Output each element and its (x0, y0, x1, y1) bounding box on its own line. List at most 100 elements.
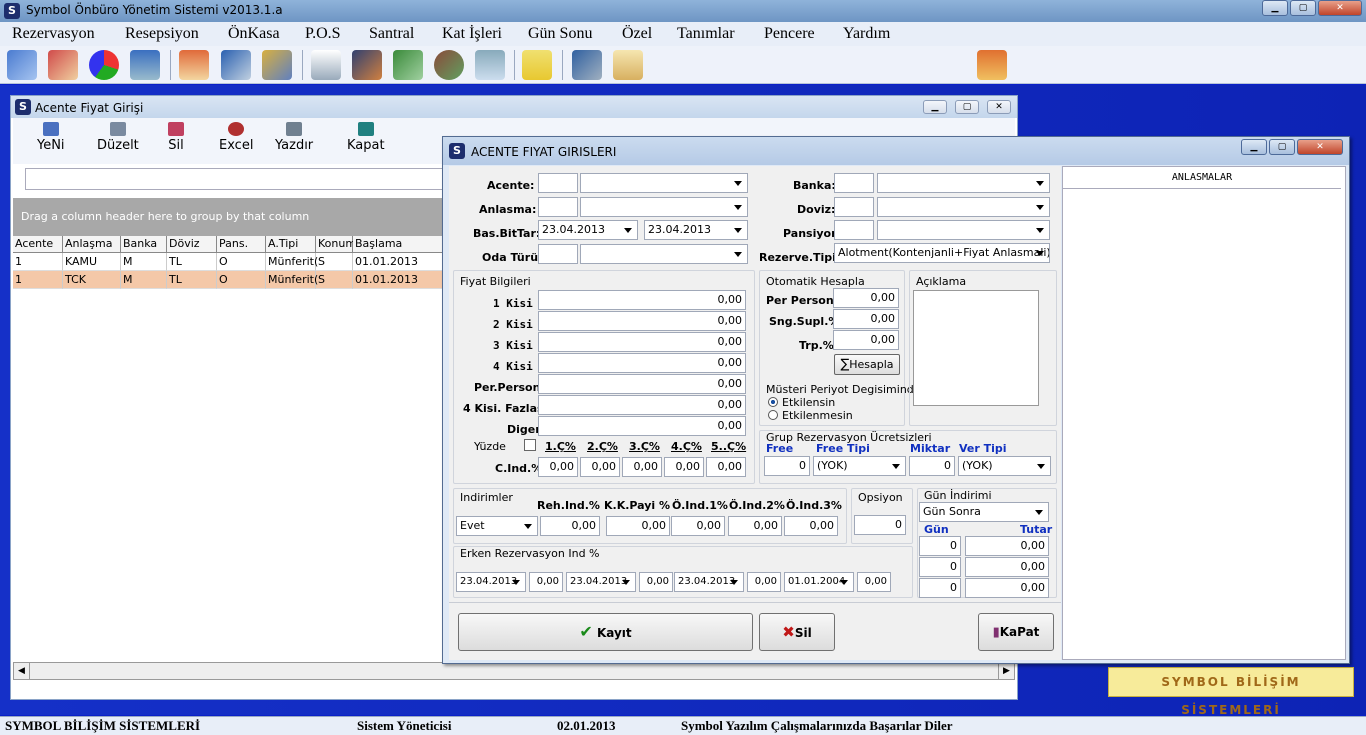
edit-button[interactable]: Düzelt (97, 122, 139, 153)
kk-payi-input[interactable]: 0,00 (606, 516, 670, 536)
delete-button[interactable]: Sil (168, 122, 184, 153)
tutar3-input[interactable]: 0,00 (965, 578, 1049, 598)
reservation-icon[interactable] (7, 50, 37, 80)
exit-icon[interactable] (977, 50, 1007, 80)
close-tool-button[interactable]: Kapat (347, 122, 385, 153)
excel-button[interactable]: Excel (219, 122, 253, 153)
maximize-button[interactable]: ▢ (1290, 0, 1316, 16)
etkilenmesin-radio[interactable] (768, 410, 778, 420)
menu-resepsiyon[interactable]: Resepsiyon (125, 25, 199, 43)
erken-date3[interactable]: 23.04.2013 (674, 572, 744, 592)
monitor-icon[interactable] (130, 50, 160, 80)
horizontal-scrollbar[interactable]: ◀ ▶ (13, 662, 1015, 680)
tutar2-input[interactable]: 0,00 (965, 557, 1049, 577)
user-icon[interactable] (352, 50, 382, 80)
col-pans[interactable]: Pans. (217, 236, 266, 253)
pansiyon-select[interactable] (877, 220, 1050, 240)
network-icon[interactable] (572, 50, 602, 80)
anlasma-select[interactable] (580, 197, 748, 217)
col-acente[interactable]: Acente (13, 236, 63, 253)
globe-icon[interactable] (434, 50, 464, 80)
aciklama-vscroll[interactable] (1041, 290, 1053, 406)
rez-tipi-select[interactable]: Alotment(Kontenjanli+Fiyat Anlasmali) (834, 243, 1050, 263)
menu-rezervasyon[interactable]: Rezervasyon (12, 25, 95, 43)
dialog-maximize-button[interactable]: ▢ (1269, 139, 1295, 155)
dialog-minimize-button[interactable]: ▁ (1241, 139, 1267, 155)
acente-code-input[interactable] (538, 173, 578, 193)
erken-val3[interactable]: 0,00 (747, 572, 781, 592)
anlasma-code-input[interactable] (538, 197, 578, 217)
fazlasi-input[interactable]: 0,00 (538, 395, 746, 415)
banka-code-input[interactable] (834, 173, 874, 193)
cind1-input[interactable]: 0,00 (538, 457, 578, 477)
home-icon[interactable] (179, 50, 209, 80)
col-atipi[interactable]: A.Tipi (266, 236, 316, 253)
oto-per-person-input[interactable]: 0,00 (833, 288, 899, 308)
notepad-icon[interactable] (613, 50, 643, 80)
hesapla-button[interactable]: ∑Hesapla (834, 354, 900, 375)
diger-input[interactable]: 0,00 (538, 416, 746, 436)
erken-date4[interactable]: 01.01.2004 (784, 572, 854, 592)
table-row[interactable]: 1 KAMU M TL O Münferit( S 01.01.2013 (13, 253, 447, 271)
pie-chart-icon[interactable] (89, 50, 119, 80)
erken-val4[interactable]: 0,00 (857, 572, 891, 592)
menu-pos[interactable]: P.O.S (305, 25, 341, 43)
sng-input[interactable]: 0,00 (833, 309, 899, 329)
banka-select[interactable] (877, 173, 1050, 193)
gun3-input[interactable]: 0 (919, 578, 961, 598)
col-doviz[interactable]: Döviz (167, 236, 217, 253)
oind1-input[interactable]: 0,00 (671, 516, 725, 536)
menu-gun-sonu[interactable]: Gün Sonu (528, 25, 592, 43)
cind2-input[interactable]: 0,00 (580, 457, 620, 477)
close-button[interactable]: ✕ (1318, 0, 1362, 16)
bit-date-picker[interactable]: 23.04.2013 (644, 220, 748, 240)
oda-select[interactable] (580, 244, 748, 264)
erken-date2[interactable]: 23.04.2013 (566, 572, 636, 592)
col-baslama[interactable]: Başlama (353, 236, 447, 253)
trp-input[interactable]: 0,00 (833, 330, 899, 350)
calculator-icon[interactable] (475, 50, 505, 80)
folder-icon[interactable] (262, 50, 292, 80)
oind3-input[interactable]: 0,00 (784, 516, 838, 536)
menu-onkasa[interactable]: ÖnKasa (228, 25, 280, 43)
kisi4-input[interactable]: 0,00 (538, 353, 746, 373)
cind3-input[interactable]: 0,00 (622, 457, 662, 477)
new-button[interactable]: YeNi (37, 122, 65, 153)
erken-val1[interactable]: 0,00 (529, 572, 563, 592)
tools-icon[interactable] (221, 50, 251, 80)
scroll-right-icon[interactable]: ▶ (998, 663, 1014, 679)
gun1-input[interactable]: 0 (919, 536, 961, 556)
aciklama-textarea[interactable] (913, 290, 1039, 406)
gun2-input[interactable]: 0 (919, 557, 961, 577)
per-person-input[interactable]: 0,00 (538, 374, 746, 394)
menu-tanimlar[interactable]: Tanımlar (677, 25, 735, 43)
col-banka[interactable]: Banka (121, 236, 167, 253)
window-maximize-button[interactable]: ▢ (955, 100, 979, 114)
col-konum[interactable]: Konum (316, 236, 356, 253)
minimize-button[interactable]: ▁ (1262, 0, 1288, 16)
free-tipi-select[interactable]: (YOK) (813, 456, 906, 476)
reh-ind-input[interactable]: 0,00 (540, 516, 600, 536)
kapat-button[interactable]: ▮KaPat (978, 613, 1054, 651)
menu-santral[interactable]: Santral (369, 25, 414, 43)
tutar1-input[interactable]: 0,00 (965, 536, 1049, 556)
indirim-select[interactable]: Evet (456, 516, 538, 536)
checkin-icon[interactable] (48, 50, 78, 80)
bas-date-picker[interactable]: 23.04.2013 (538, 220, 638, 240)
free-input[interactable]: 0 (764, 456, 810, 476)
acente-select[interactable] (580, 173, 748, 193)
print-button[interactable]: Yazdır (275, 122, 313, 153)
menu-kat-isleri[interactable]: Kat İşleri (442, 25, 502, 43)
oind2-input[interactable]: 0,00 (728, 516, 782, 536)
dialog-close-button[interactable]: ✕ (1297, 139, 1343, 155)
menu-pencere[interactable]: Pencere (764, 25, 815, 43)
table-row-selected[interactable]: 1 TCK M TL O Münferit( S 01.01.2013 (13, 271, 447, 289)
erken-val2[interactable]: 0,00 (639, 572, 673, 592)
etkilensin-radio[interactable] (768, 397, 778, 407)
window-close-button[interactable]: ✕ (987, 100, 1011, 114)
kisi3-input[interactable]: 0,00 (538, 332, 746, 352)
ver-tipi-select[interactable]: (YOK) (958, 456, 1051, 476)
col-anlasma[interactable]: Anlaşma (63, 236, 121, 253)
menu-yardim[interactable]: Yardım (843, 25, 890, 43)
yuzde-checkbox[interactable] (524, 439, 536, 451)
